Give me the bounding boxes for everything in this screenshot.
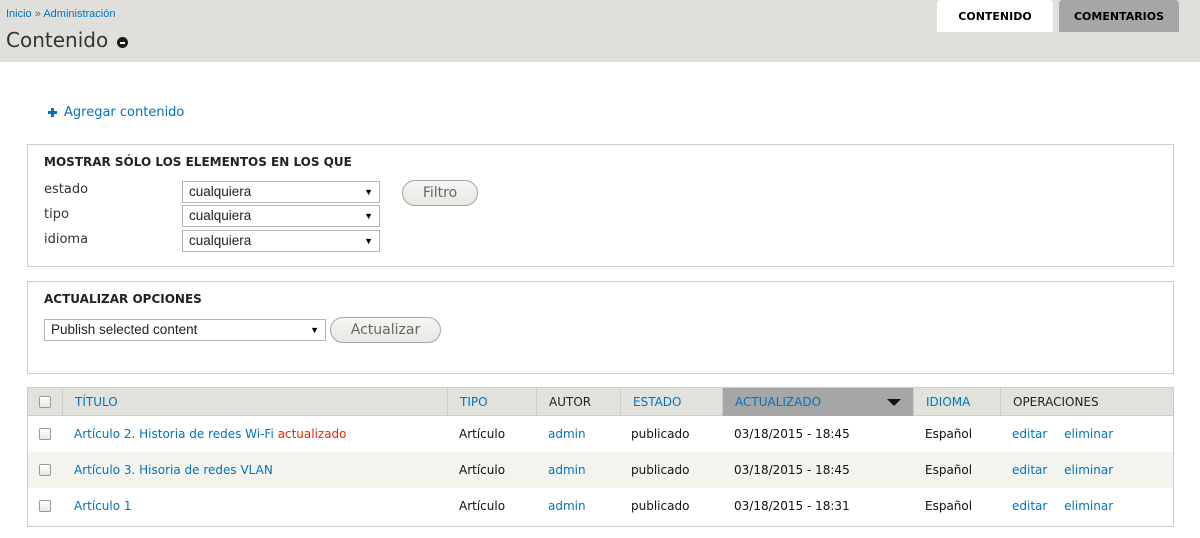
content-table: TÍTULO TIPO AUTOR ESTADO ACTUALIZADO IDI…	[27, 387, 1174, 527]
type-cell: Artículo	[459, 463, 506, 477]
row-checkbox[interactable]	[39, 428, 51, 440]
author-link[interactable]: admin	[548, 416, 586, 452]
operations-cell: editar eliminar	[1012, 488, 1126, 524]
type-cell: Artículo	[459, 427, 506, 441]
update-options-fieldset: ACTUALIZAR OPCIONES Publish selected con…	[27, 281, 1174, 374]
idioma-select[interactable]: cualquiera ▼	[182, 230, 380, 252]
estado-select[interactable]: cualquiera ▼	[182, 181, 380, 203]
tab-contenido[interactable]: CONTENIDO	[937, 0, 1053, 32]
sort-descending-icon	[887, 399, 901, 406]
language-cell: Español	[925, 463, 973, 477]
breadcrumb-separator: »	[34, 8, 41, 20]
page-header: Inicio » Administración Contenido CONTEN…	[0, 0, 1200, 62]
content-title-link[interactable]: Artículo 1	[74, 499, 132, 513]
title-cell: Artículo 1	[74, 488, 132, 524]
column-header-status[interactable]: ESTADO	[620, 388, 722, 416]
edit-link[interactable]: editar	[1012, 427, 1047, 441]
language-cell: Español	[925, 427, 973, 441]
estado-select-value: cualquiera	[189, 184, 252, 199]
remove-shortcut-icon[interactable]	[117, 37, 128, 48]
filter-button[interactable]: Filtro	[402, 180, 478, 206]
updated-cell: 03/18/2015 - 18:45	[734, 427, 850, 441]
breadcrumb: Inicio » Administración	[6, 8, 115, 20]
language-cell: Español	[925, 499, 973, 513]
column-header-updated[interactable]: ACTUALIZADO	[722, 388, 913, 416]
add-content-link[interactable]: Agregar contenido	[48, 105, 184, 120]
column-header-title[interactable]: TÍTULO	[62, 388, 447, 416]
author-link[interactable]: admin	[548, 452, 586, 488]
delete-link[interactable]: eliminar	[1064, 499, 1113, 513]
table-row: Artículo 2. Historia de redes Wi-Fi actu…	[28, 416, 1173, 452]
filter-fieldset: MOSTRAR SÓLO LOS ELEMENTOS EN LOS QUE es…	[27, 144, 1174, 267]
updated-cell: 03/18/2015 - 18:45	[734, 463, 850, 477]
column-header-operations: OPERACIONES	[1000, 388, 1173, 416]
tab-comentarios[interactable]: COMENTARIOS	[1059, 0, 1179, 32]
updated-cell: 03/18/2015 - 18:31	[734, 499, 850, 513]
update-button[interactable]: Actualizar	[330, 317, 441, 343]
breadcrumb-admin-link[interactable]: Administración	[43, 8, 115, 20]
plus-icon	[48, 108, 57, 117]
bulk-action-select-value: Publish selected content	[51, 322, 198, 337]
select-all-checkbox[interactable]	[39, 396, 51, 408]
delete-link[interactable]: eliminar	[1064, 463, 1113, 477]
title-cell: Artículo 3. Hisoria de redes VLAN	[74, 452, 273, 488]
row-checkbox[interactable]	[39, 500, 51, 512]
edit-link[interactable]: editar	[1012, 499, 1047, 513]
dropdown-arrow-icon: ▼	[310, 325, 319, 335]
delete-link[interactable]: eliminar	[1064, 427, 1113, 441]
operations-cell: editar eliminar	[1012, 416, 1126, 452]
breadcrumb-home-link[interactable]: Inicio	[6, 8, 32, 20]
dropdown-arrow-icon: ▼	[364, 236, 373, 246]
page-title: Contenido	[6, 28, 109, 52]
content-title-link[interactable]: Artículo 2. Historia de redes Wi-Fi	[74, 427, 274, 441]
content-title-link[interactable]: Artículo 3. Hisoria de redes VLAN	[74, 463, 273, 477]
row-checkbox[interactable]	[39, 464, 51, 476]
column-header-updated-label: ACTUALIZADO	[735, 395, 822, 409]
filter-label-idioma: idioma	[44, 232, 89, 247]
dropdown-arrow-icon: ▼	[364, 211, 373, 221]
update-legend: ACTUALIZAR OPCIONES	[44, 292, 202, 306]
dropdown-arrow-icon: ▼	[364, 187, 373, 197]
tipo-select-value: cualquiera	[189, 208, 252, 223]
status-cell: publicado	[631, 427, 690, 441]
tipo-select[interactable]: cualquiera ▼	[182, 205, 380, 227]
column-header-language[interactable]: IDIOMA	[913, 388, 1000, 416]
table-header: TÍTULO TIPO AUTOR ESTADO ACTUALIZADO IDI…	[28, 388, 1173, 416]
table-row: Artículo 1 Artículo admin publicado 03/1…	[28, 488, 1173, 524]
filter-label-estado: estado	[44, 182, 89, 197]
column-header-author: AUTOR	[536, 388, 620, 416]
filter-label-tipo: tipo	[44, 207, 69, 222]
title-cell: Artículo 2. Historia de redes Wi-Fi actu…	[74, 416, 347, 452]
add-content-label: Agregar contenido	[64, 105, 185, 120]
updated-marker: actualizado	[277, 427, 347, 441]
column-header-type[interactable]: TIPO	[447, 388, 536, 416]
status-cell: publicado	[631, 499, 690, 513]
bulk-action-select[interactable]: Publish selected content ▼	[44, 319, 326, 341]
operations-cell: editar eliminar	[1012, 452, 1126, 488]
edit-link[interactable]: editar	[1012, 463, 1047, 477]
status-cell: publicado	[631, 463, 690, 477]
type-cell: Artículo	[459, 499, 506, 513]
filter-legend: MOSTRAR SÓLO LOS ELEMENTOS EN LOS QUE	[44, 155, 352, 169]
author-link[interactable]: admin	[548, 488, 586, 524]
table-row: Artículo 3. Hisoria de redes VLAN Artícu…	[28, 452, 1173, 488]
idioma-select-value: cualquiera	[189, 233, 252, 248]
